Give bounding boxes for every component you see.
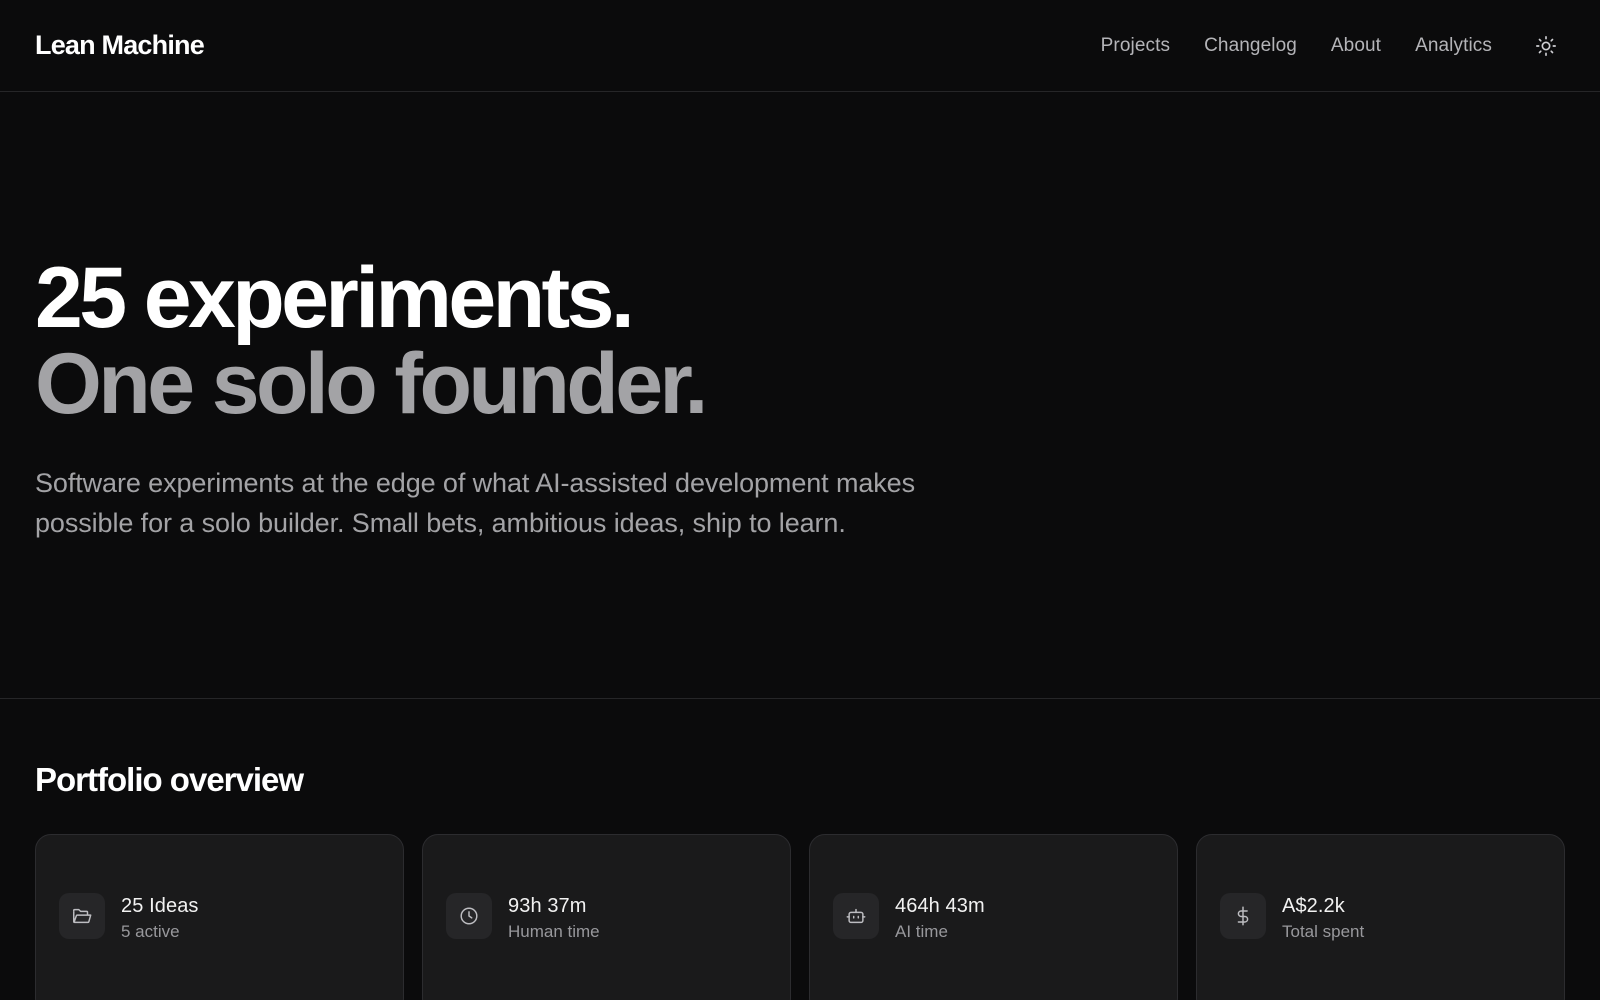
hero-subtitle: Software experiments at the edge of what… bbox=[35, 468, 915, 538]
stat-card-ai-time: 464h 43m AI time bbox=[809, 834, 1178, 1000]
nav-projects[interactable]: Projects bbox=[1101, 35, 1170, 57]
nav-about[interactable]: About bbox=[1331, 35, 1381, 57]
hero-heading: 25 experiments. One solo founder. bbox=[35, 255, 1565, 427]
theme-toggle-button[interactable] bbox=[1526, 26, 1566, 66]
page: Lean Machine Projects Changelog About An… bbox=[0, 0, 1600, 1000]
stat-label: AI time bbox=[895, 922, 948, 941]
dollar-icon bbox=[1220, 893, 1266, 939]
hero-heading-line1: 25 experiments. bbox=[35, 250, 635, 346]
stat-card-human-time: 93h 37m Human time bbox=[422, 834, 791, 1000]
nav-analytics[interactable]: Analytics bbox=[1415, 35, 1492, 57]
bot-icon bbox=[833, 893, 879, 939]
stat-card-text: 93h 37m Human time bbox=[508, 893, 600, 942]
overview-title: Portfolio overview bbox=[35, 761, 304, 798]
stat-label: Total spent bbox=[1282, 922, 1365, 941]
stat-value: A$2.2k bbox=[1282, 895, 1345, 917]
stat-cards: 25 Ideas 5 active 93h 37m Human time 464… bbox=[35, 834, 1566, 1000]
clock-icon bbox=[446, 893, 492, 939]
brand-logo[interactable]: Lean Machine bbox=[35, 30, 205, 61]
site-header: Lean Machine Projects Changelog About An… bbox=[0, 0, 1600, 92]
sun-icon bbox=[1536, 35, 1556, 56]
stat-card-text: 464h 43m AI time bbox=[895, 893, 985, 942]
main-nav: Projects Changelog About Analytics bbox=[1101, 26, 1566, 66]
stat-card-text: 25 Ideas 5 active bbox=[121, 893, 199, 942]
stat-card-total-spent: A$2.2k Total spent bbox=[1196, 834, 1565, 1000]
stat-card-text: A$2.2k Total spent bbox=[1282, 893, 1364, 942]
stat-card-ideas: 25 Ideas 5 active bbox=[35, 834, 404, 1000]
hero-section: 25 experiments. One solo founder. Softwa… bbox=[0, 92, 1600, 699]
stat-value: 25 Ideas bbox=[121, 895, 199, 917]
hero-heading-line2: One solo founder. bbox=[35, 336, 708, 432]
nav-changelog[interactable]: Changelog bbox=[1204, 35, 1297, 57]
portfolio-overview-section: Portfolio overview 25 Ideas 5 active 93h… bbox=[0, 699, 1600, 1000]
stat-label: 5 active bbox=[121, 922, 180, 941]
stat-label: Human time bbox=[508, 922, 600, 941]
stat-value: 93h 37m bbox=[508, 895, 587, 917]
folder-open-icon bbox=[59, 893, 105, 939]
stat-value: 464h 43m bbox=[895, 895, 985, 917]
